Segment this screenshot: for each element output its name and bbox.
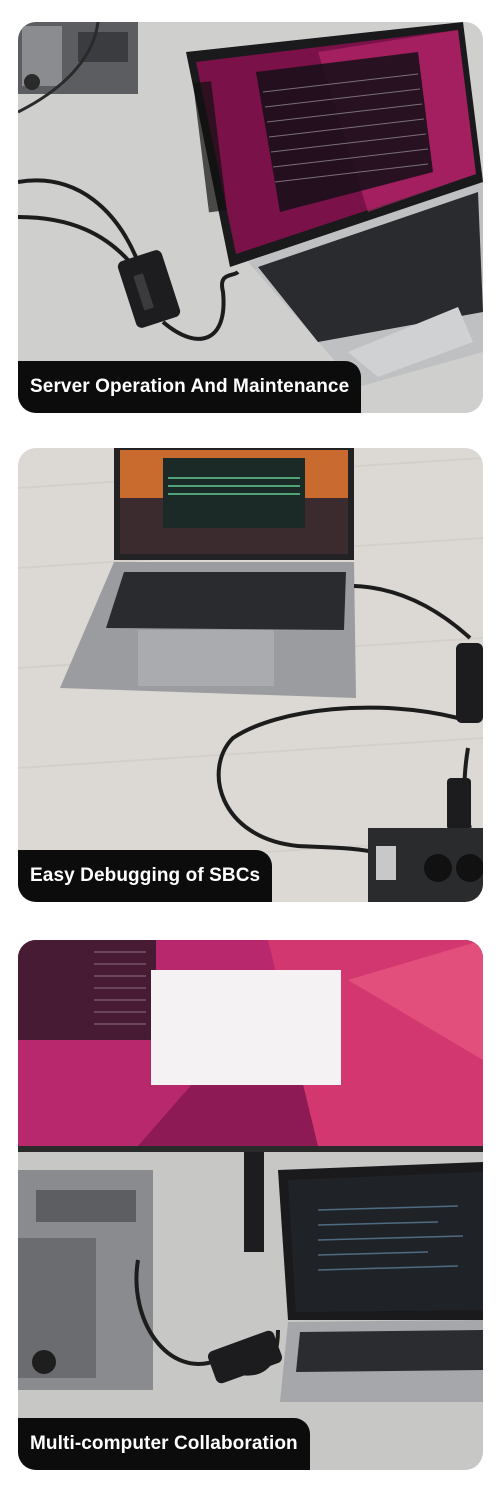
multi-computer-setup-photo: [18, 940, 483, 1470]
panel-multi-computer: Multi-computer Collaboration: [18, 940, 483, 1470]
panel-caption: Easy Debugging of SBCs: [18, 850, 273, 902]
panel-server-operation: Server Operation And Maintenance: [18, 22, 483, 413]
laptop-server-photo: [18, 22, 483, 413]
laptop-sbc-photo: [18, 448, 483, 902]
panel-caption: Multi-computer Collaboration: [18, 1418, 310, 1470]
panel-easy-debugging: Easy Debugging of SBCs: [18, 448, 483, 902]
panel-caption: Server Operation And Maintenance: [18, 361, 362, 413]
